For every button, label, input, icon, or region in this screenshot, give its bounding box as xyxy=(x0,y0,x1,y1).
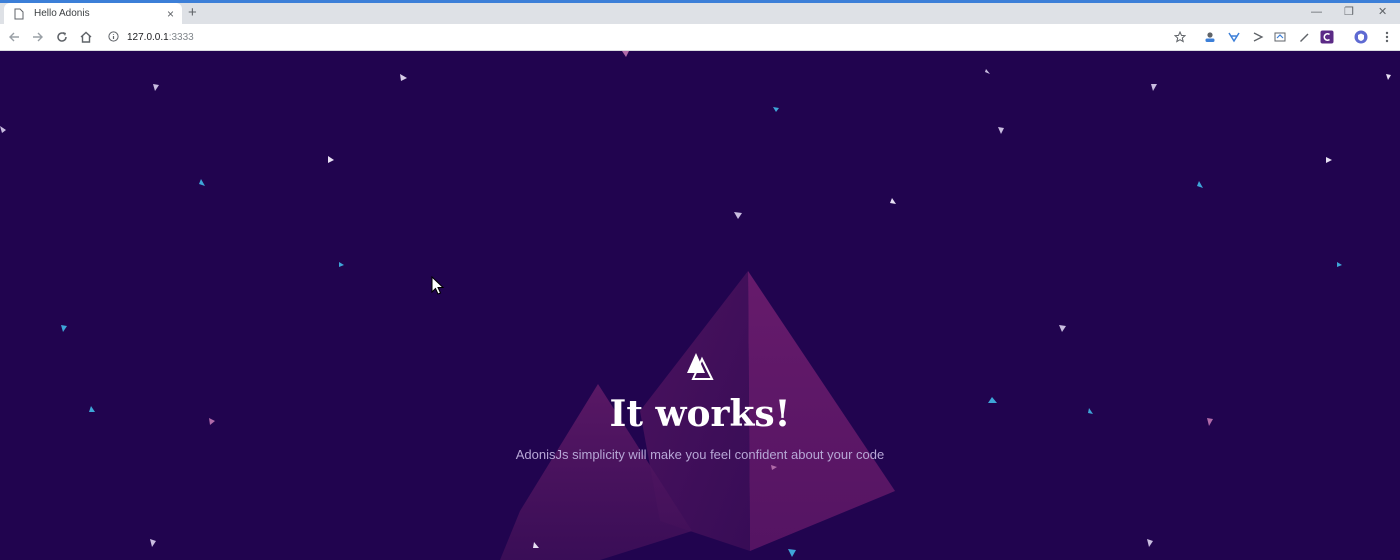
star-icon[interactable] xyxy=(1173,30,1187,44)
mouse-cursor-icon xyxy=(431,276,445,295)
restore-button[interactable]: ❐ xyxy=(1344,5,1354,19)
page-icon xyxy=(12,7,26,21)
reload-icon[interactable] xyxy=(54,29,70,45)
forward-icon[interactable] xyxy=(30,29,46,45)
url-port: :3333 xyxy=(168,32,194,43)
page-subtitle: AdonisJs simplicity will make you feel c… xyxy=(515,447,885,462)
forward-extension-icon[interactable] xyxy=(1251,30,1265,44)
new-tab-button[interactable]: + xyxy=(188,4,197,22)
tab-hello-adonis[interactable]: Hello Adonis × xyxy=(4,3,182,24)
url-host: 127.0.0.1 xyxy=(127,32,169,43)
adonis-logo-icon xyxy=(687,353,714,380)
hero-section: It works! AdonisJs simplicity will make … xyxy=(450,351,950,463)
tab-strip: Hello Adonis × + — ❐ ✕ xyxy=(0,3,1400,24)
account-extension-icon[interactable] xyxy=(1203,30,1217,44)
address-bar[interactable]: 127.0.0.1:3333 xyxy=(100,27,1160,48)
menu-icon[interactable] xyxy=(1380,30,1394,44)
url-text: 127.0.0.1:3333 xyxy=(127,32,194,43)
tab-close-button[interactable]: × xyxy=(167,8,174,20)
background-scene xyxy=(0,51,1391,560)
home-icon[interactable] xyxy=(78,29,94,45)
page-viewport: It works! AdonisJs simplicity will make … xyxy=(0,51,1400,560)
cast-extension-icon[interactable] xyxy=(1273,30,1287,44)
profile-avatar-icon[interactable] xyxy=(1354,30,1368,44)
back-icon[interactable] xyxy=(6,29,22,45)
info-icon[interactable] xyxy=(108,29,119,47)
browser-toolbar: 127.0.0.1:3333 xyxy=(0,24,1400,51)
page-title: It works! xyxy=(609,393,791,435)
minimize-button[interactable]: — xyxy=(1311,5,1322,19)
vpn-extension-icon[interactable] xyxy=(1227,30,1241,44)
pen-extension-icon[interactable] xyxy=(1297,30,1311,44)
close-window-button[interactable]: ✕ xyxy=(1378,5,1387,19)
tab-title: Hello Adonis xyxy=(34,8,90,19)
c-extension-icon[interactable] xyxy=(1320,30,1334,44)
